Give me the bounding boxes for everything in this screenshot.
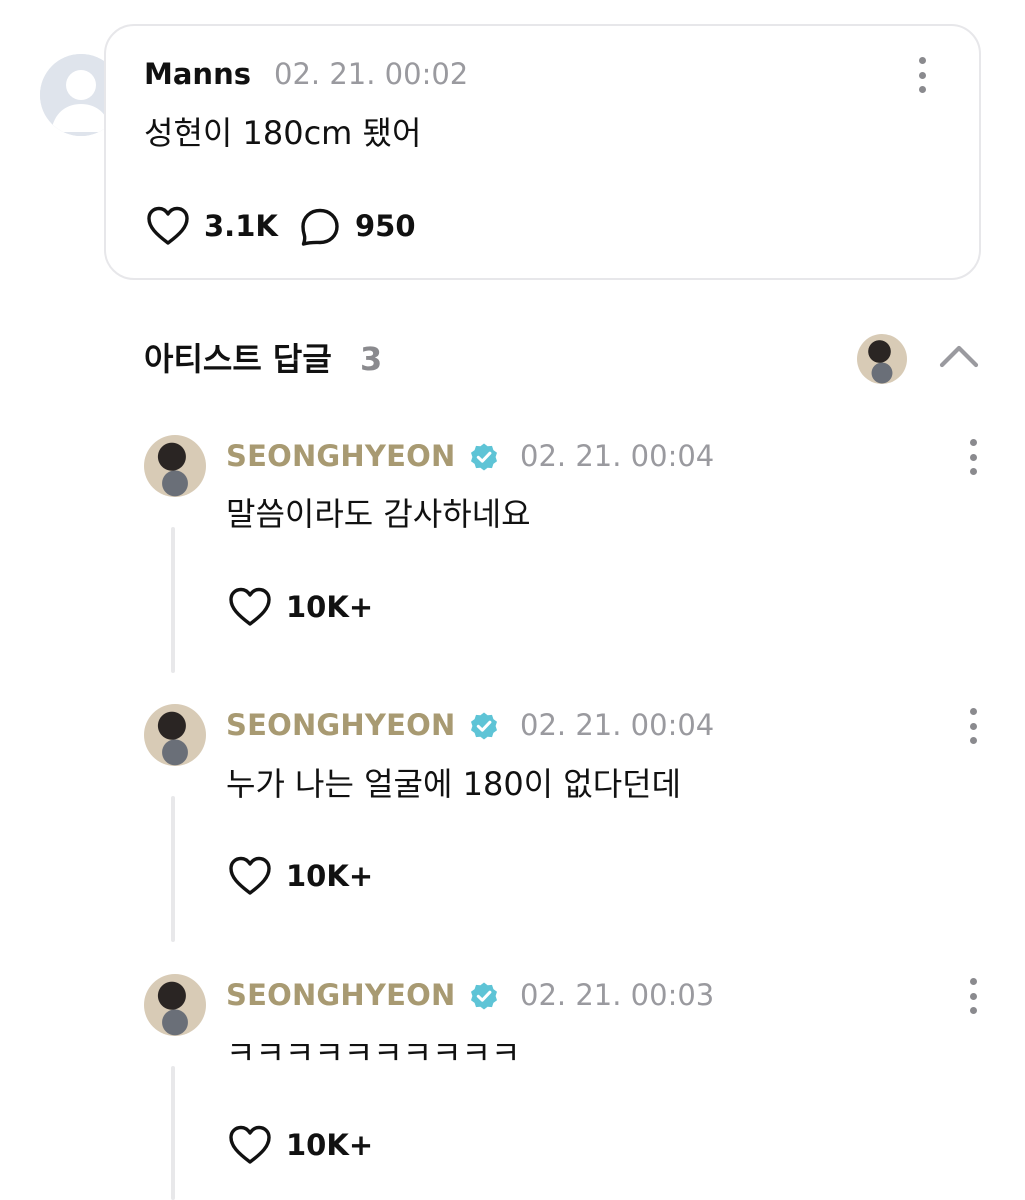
comment-author[interactable]: Manns	[144, 56, 251, 92]
reply-text: 말씀이라도 감사하네요	[226, 495, 531, 533]
verified-badge-icon	[471, 443, 497, 471]
dot	[969, 708, 977, 715]
reply-timestamp: 02. 21. 00:04	[520, 708, 715, 742]
reply-more-button[interactable]	[967, 978, 979, 1014]
reply-count: 950	[355, 209, 416, 243]
heart-outline-icon[interactable]	[228, 1124, 272, 1166]
dot	[969, 722, 977, 730]
thread-line	[171, 527, 175, 673]
verified-badge-icon	[471, 712, 497, 740]
artist-avatar[interactable]	[144, 974, 206, 1036]
dot	[918, 57, 926, 64]
reply-more-button[interactable]	[967, 708, 979, 744]
comment-more-button[interactable]	[916, 57, 928, 93]
chevron-up-icon[interactable]	[938, 342, 980, 370]
comment-timestamp: 02. 21. 00:02	[274, 57, 469, 91]
reply-timestamp: 02. 21. 00:03	[520, 978, 715, 1012]
heart-outline-icon[interactable]	[228, 586, 272, 628]
thread-line	[171, 796, 175, 942]
dot	[969, 468, 977, 475]
artist-name[interactable]: SEONGHYEON	[226, 707, 455, 743]
dot	[969, 978, 977, 985]
artist-avatar-small[interactable]	[857, 334, 907, 384]
artist-avatar[interactable]	[144, 704, 206, 766]
dot	[918, 86, 926, 93]
artist-replies-title: 아티스트 답글	[144, 340, 332, 378]
reply-text: ㅋㅋㅋㅋㅋㅋㅋㅋㅋㅋ	[226, 1034, 521, 1072]
dot	[918, 71, 926, 79]
dot	[969, 992, 977, 1000]
heart-outline-icon[interactable]	[228, 855, 272, 897]
reply-timestamp: 02. 21. 00:04	[520, 439, 715, 473]
speech-bubble-icon[interactable]	[299, 207, 341, 247]
artist-avatar[interactable]	[144, 435, 206, 497]
reply-text: 누가 나는 얼굴에 180이 없다던데	[226, 765, 682, 803]
reply-like-count: 10K+	[286, 1128, 374, 1162]
reply-like-count: 10K+	[286, 590, 374, 624]
artist-replies-count: 3	[360, 340, 383, 378]
thread-line	[171, 1066, 175, 1200]
dot	[969, 439, 977, 446]
reply-like-count: 10K+	[286, 859, 374, 893]
reply-more-button[interactable]	[967, 439, 979, 475]
dot	[969, 737, 977, 744]
comment-text: 성현이 180cm 됐어	[144, 114, 422, 152]
heart-outline-icon[interactable]	[146, 205, 190, 247]
comment-thread-page: Manns 02. 21. 00:02 성현이 180cm 됐어 3.1K 95…	[0, 0, 1025, 1200]
like-count: 3.1K	[204, 209, 278, 243]
dot	[969, 453, 977, 461]
verified-badge-icon	[471, 982, 497, 1010]
dot	[969, 1007, 977, 1014]
artist-name[interactable]: SEONGHYEON	[226, 977, 455, 1013]
artist-name[interactable]: SEONGHYEON	[226, 438, 455, 474]
